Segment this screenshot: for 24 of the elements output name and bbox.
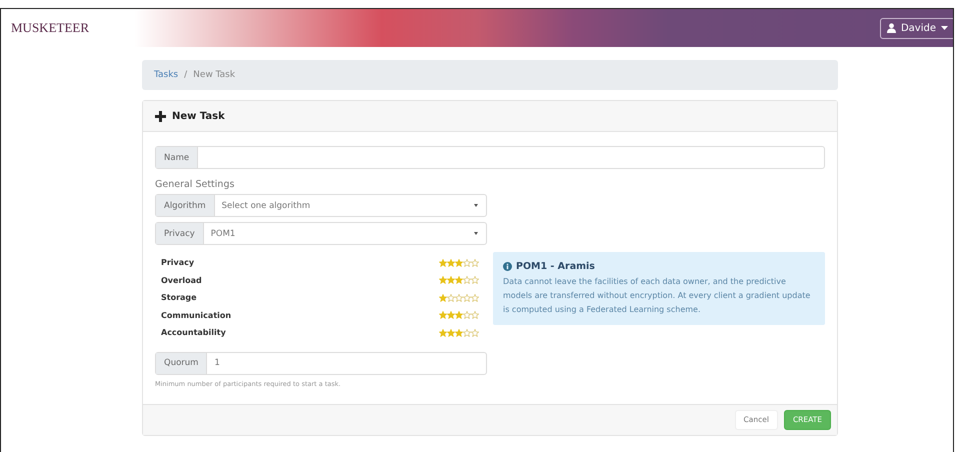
logo[interactable]: MUSKETEER [11, 20, 89, 36]
caret-icon [474, 204, 478, 207]
breadcrumb-link[interactable]: Tasks [154, 70, 178, 80]
name-field[interactable]: Name [155, 146, 825, 169]
rating-label: Privacy [161, 258, 194, 268]
breadcrumb-separator: / [184, 70, 188, 80]
info-title: POM1 - Aramis [516, 261, 595, 272]
quorum-field[interactable]: Quorum 1 [155, 352, 487, 374]
user-menu-button[interactable]: Davide [880, 18, 953, 38]
rating-label: Communication [161, 310, 232, 320]
plus-icon [155, 110, 166, 122]
card-title: New Task [172, 110, 225, 122]
breadcrumb-current: New Task [193, 70, 236, 80]
rating-label: Accountability [161, 328, 226, 338]
rating-label: Overload [161, 276, 202, 285]
info-icon [503, 262, 512, 271]
algorithm-select[interactable]: Algorithm Select one algorithm [155, 194, 487, 217]
section-title: General Settings [155, 179, 236, 190]
privacy-select[interactable]: Privacy POM1 [155, 222, 487, 245]
caret-icon [941, 26, 948, 30]
caret-icon [474, 232, 478, 235]
rating-label: Storage [161, 293, 197, 302]
user-icon [886, 23, 896, 33]
info-text: Data cannot leave the facilities of each data owner, and the predictive models are transferred without encryption. At every client a gradient update is computed using a Federated Learning scheme. [503, 276, 812, 316]
